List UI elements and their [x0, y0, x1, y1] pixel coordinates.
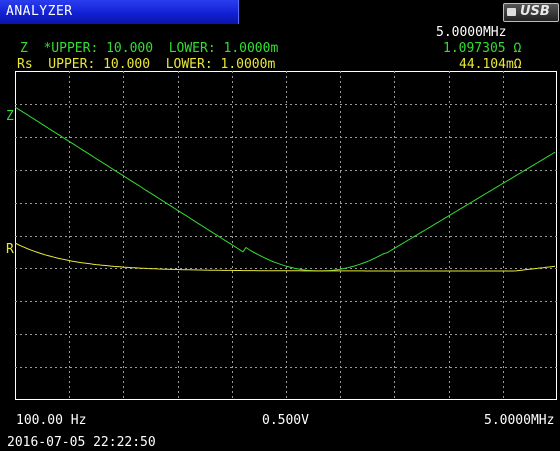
- title-bar: ANALYZER USB: [0, 0, 560, 24]
- z-trace: [15, 106, 556, 272]
- plot-grid: [15, 71, 557, 400]
- z-value: 1.097305 Ω: [443, 41, 522, 56]
- r-axis-marker: R: [6, 242, 14, 257]
- rs-value: 44.104mΩ: [459, 57, 522, 72]
- frequency-readout: 5.0000MHz: [436, 25, 507, 40]
- rs-limits-line: Rs UPPER: 10.000 LOWER: 1.0000m: [17, 57, 276, 72]
- signal-level: 0.500V: [262, 413, 309, 428]
- timestamp: 2016-07-05 22:22:50: [7, 435, 156, 450]
- z-limits-line: Z *UPPER: 10.000 LOWER: 1.0000m: [20, 41, 279, 56]
- analyzer-title: ANALYZER: [6, 4, 73, 19]
- start-frequency: 100.00 Hz: [16, 413, 87, 428]
- z-axis-marker: Z: [6, 109, 14, 124]
- stop-frequency: 5.0000MHz: [484, 413, 555, 428]
- usb-label: USB: [520, 4, 550, 19]
- sweep-graph: [15, 71, 557, 400]
- usb-icon: [507, 8, 516, 16]
- usb-indicator: USB: [503, 3, 559, 22]
- rs-trace: [15, 242, 556, 272]
- analyzer-tab[interactable]: ANALYZER: [0, 0, 239, 24]
